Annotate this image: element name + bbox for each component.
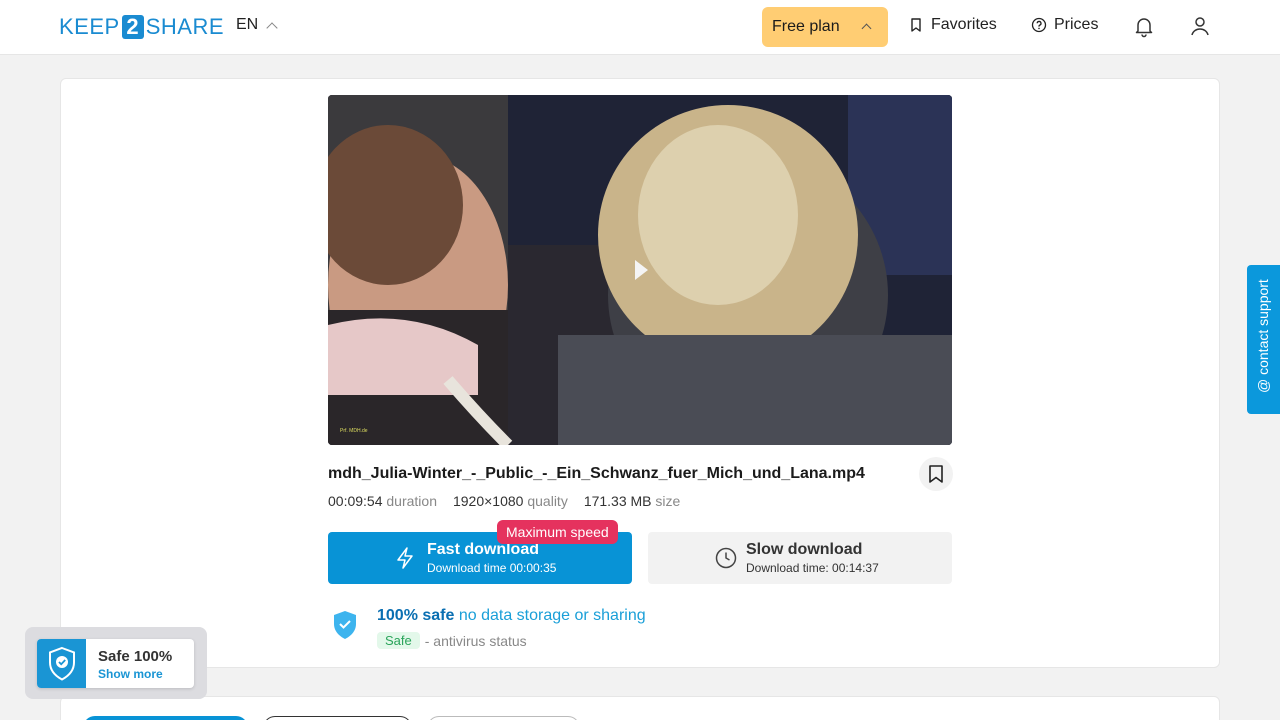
safety-strong-text: 100% safe [377, 607, 455, 624]
video-frame-image: Prf. MDH.de [328, 95, 952, 445]
size-info: 171.33 MB size [584, 493, 681, 509]
slow-download-time: Download time: 00:14:37 [746, 561, 879, 575]
prices-link[interactable]: Prices [1031, 16, 1098, 34]
safety-headline: 100% safe no data storage or sharing [377, 607, 646, 625]
help-circle-icon [1031, 17, 1047, 33]
language-selector[interactable]: EN [236, 16, 278, 34]
duration-value: 00:09:54 [328, 493, 383, 509]
fast-download-time: Download time 00:00:35 [427, 561, 557, 575]
safe-tag: Safe [377, 632, 420, 649]
free-plan-button[interactable]: Free plan [762, 7, 888, 47]
file-meta: 00:09:54 duration 1920×1080 quality 171.… [328, 493, 680, 509]
antivirus-status: Safe - antivirus status [377, 632, 527, 649]
bookmark-button[interactable] [919, 457, 953, 491]
video-preview[interactable]: Prf. MDH.de [328, 95, 952, 445]
tab-pill[interactable] [263, 716, 412, 720]
quality-info: 1920×1080 quality [453, 493, 568, 509]
maximum-speed-badge: Maximum speed [497, 520, 618, 544]
top-header: KEEP 2 SHARE EN Free plan Favorites Prices [0, 0, 1280, 55]
duration-label: duration [386, 493, 437, 509]
duration-info: 00:09:54 duration [328, 493, 437, 509]
keep2share-logo[interactable]: KEEP 2 SHARE [59, 13, 224, 41]
slow-download-title: Slow download [746, 541, 863, 558]
shield-check-icon [334, 611, 356, 639]
file-name: mdh_Julia-Winter_-_Public_-_Ein_Schwanz_… [328, 465, 865, 482]
language-label: EN [236, 16, 259, 33]
favorites-label: Favorites [931, 16, 997, 33]
tab-pill-active[interactable] [83, 716, 248, 720]
bookmark-icon [929, 465, 943, 483]
plan-label: Free plan [772, 18, 840, 35]
show-more-link[interactable]: Show more [98, 667, 163, 681]
prices-label: Prices [1054, 16, 1099, 33]
bookmark-icon [911, 18, 921, 32]
antivirus-label: - antivirus status [424, 632, 527, 649]
contact-support-tab[interactable]: @ contact support [1247, 265, 1280, 414]
size-label: size [655, 493, 681, 509]
size-value: 171.33 MB [583, 493, 652, 509]
favorites-link[interactable]: Favorites [908, 16, 997, 34]
tab-pill[interactable] [427, 716, 580, 720]
safe-widget[interactable]: Safe 100% Show more [37, 639, 194, 688]
user-icon[interactable] [1188, 14, 1212, 38]
safety-soft-text: no data storage or sharing [458, 607, 646, 624]
logo-text-right: SHARE [145, 14, 224, 39]
video-watermark: Prf. MDH.de [340, 428, 368, 434]
chevron-up-icon [861, 23, 872, 34]
chevron-up-icon [266, 21, 278, 34]
bell-icon[interactable] [1132, 14, 1156, 38]
lightning-icon [397, 547, 413, 569]
safe-widget-title: Safe 100% [98, 648, 173, 665]
shield-check-icon [48, 646, 75, 681]
logo-number: 2 [121, 15, 144, 39]
contact-support-label: @ contact support [1255, 279, 1271, 393]
quality-value: 1920×1080 [452, 493, 524, 509]
slow-download-button[interactable]: Slow download Download time: 00:14:37 [648, 532, 952, 584]
logo-text-left: KEEP [59, 14, 120, 39]
safe-widget-icon-box [37, 639, 86, 688]
quality-label: quality [527, 493, 568, 509]
clock-icon [715, 547, 737, 569]
